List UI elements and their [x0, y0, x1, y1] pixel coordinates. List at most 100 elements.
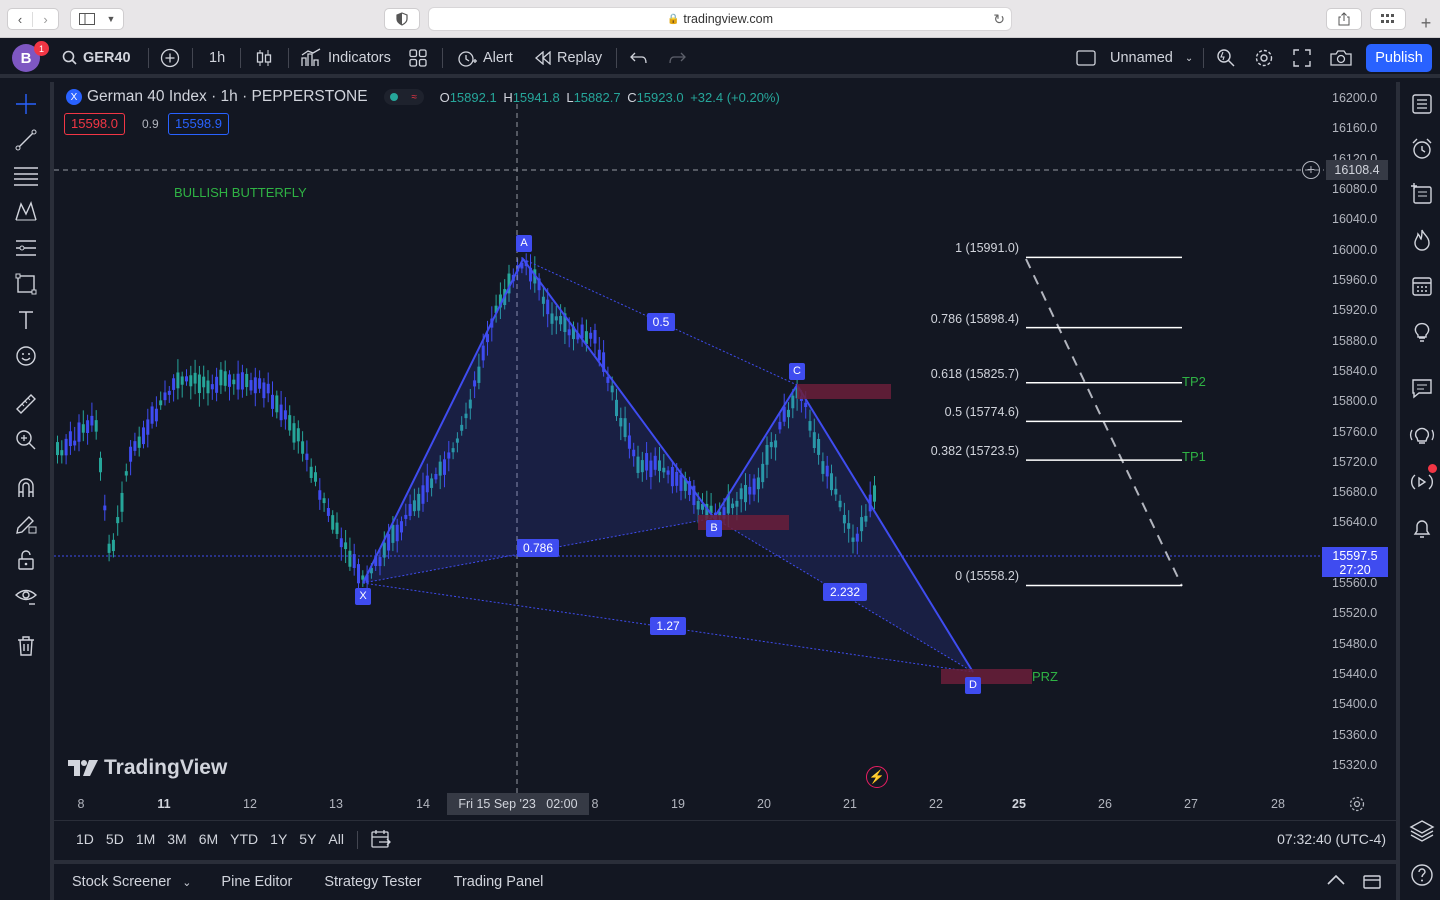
clock-timezone[interactable]: 07:32:40 (UTC-4)	[1277, 821, 1386, 857]
hotlists-button[interactable]	[1408, 226, 1436, 254]
sidebar-button[interactable]: ▼	[70, 8, 124, 30]
indicators-label: Indicators	[328, 50, 391, 66]
chart-type-button[interactable]	[255, 38, 273, 78]
symbol-name: GER40	[83, 50, 131, 66]
candle	[271, 394, 274, 409]
maximize-panel-button[interactable]	[1362, 872, 1382, 894]
range-5d-button[interactable]: 5D	[106, 831, 124, 847]
candle	[322, 498, 326, 504]
reload-icon[interactable]: ↻	[993, 11, 1005, 28]
panel-tab-trading-panel[interactable]: Trading Panel	[454, 874, 544, 890]
crosshair-tool[interactable]	[12, 90, 40, 118]
candle	[589, 332, 593, 339]
help-button[interactable]	[1408, 861, 1436, 889]
redo-button[interactable]	[668, 38, 686, 78]
settings-button[interactable]	[1254, 38, 1274, 78]
buy-price-button[interactable]: 15598.9	[168, 113, 229, 135]
panel-tab-strategy-tester[interactable]: Strategy Tester	[324, 874, 421, 890]
range-all-button[interactable]: All	[328, 831, 344, 847]
share-button[interactable]	[1326, 8, 1362, 30]
range-ytd-button[interactable]: YTD	[230, 831, 258, 847]
compare-button[interactable]	[160, 38, 180, 78]
candle	[60, 450, 64, 456]
lightning-icon[interactable]: ⚡	[866, 766, 888, 788]
fib-tool[interactable]	[12, 162, 40, 190]
undo-button[interactable]	[630, 38, 648, 78]
time-axis[interactable]: 8 11 12 13 14 8 19 20 21 22 25 26 27 28	[54, 794, 1396, 816]
candle	[180, 376, 184, 385]
alert-button[interactable]: Alert	[456, 38, 513, 78]
range-3m-button[interactable]: 3M	[167, 831, 186, 847]
point-label-c: C	[789, 363, 805, 380]
object-tree-button[interactable]	[1408, 180, 1436, 208]
address-bar[interactable]: 🔒 tradingview.com ↻	[428, 7, 1012, 31]
keep-drawing-tool[interactable]	[12, 510, 40, 538]
price-tick: 15800.0	[1332, 394, 1378, 409]
candle	[146, 419, 150, 435]
back-icon[interactable]: ‹	[8, 11, 34, 27]
layers-button[interactable]	[1408, 816, 1436, 844]
goto-date-button[interactable]	[370, 829, 392, 852]
publish-button[interactable]: Publish	[1366, 44, 1432, 72]
symbol-legend[interactable]: X German 40 Index · 1h · PEPPERSTONE ≈ O…	[66, 88, 780, 106]
ideas-button[interactable]	[1408, 318, 1436, 346]
text-tool[interactable]	[12, 306, 40, 334]
collapse-panel-button[interactable]	[1326, 872, 1346, 892]
magnet-tool[interactable]	[12, 474, 40, 502]
emoji-tool[interactable]	[12, 342, 40, 370]
calendar-icon	[1412, 277, 1432, 296]
range-1m-button[interactable]: 1M	[136, 831, 155, 847]
calendar-button[interactable]	[1408, 272, 1436, 300]
fib-level-label: 0 (15558.2)	[955, 569, 1019, 584]
layout-button[interactable]: Unnamed ⌄	[1076, 38, 1193, 78]
watchlist-button[interactable]	[1408, 90, 1436, 118]
lock-drawings-tool[interactable]	[12, 546, 40, 574]
alerts-button[interactable]	[1408, 135, 1436, 163]
measure-tool[interactable]	[12, 390, 40, 418]
time-tick: 22	[929, 797, 943, 811]
chart-pane[interactable]: X A B C D 0.786 0.5 2.232 1.27 BULLISH B…	[54, 82, 1396, 794]
trend-line-tool[interactable]	[12, 126, 40, 154]
templates-button[interactable]	[409, 38, 427, 78]
back-forward-buttons[interactable]: ‹ ›	[7, 8, 59, 30]
panel-tab-pine-editor[interactable]: Pine Editor	[221, 874, 292, 890]
zoom-tool[interactable]	[12, 426, 40, 454]
chats-button[interactable]	[1408, 374, 1436, 402]
price-axis[interactable]: 16200.0 16160.0 16120.0 16080.0 16040.0 16000…	[1324, 82, 1396, 794]
range-6m-button[interactable]: 6M	[199, 831, 218, 847]
time-tick: 14	[416, 797, 430, 811]
sell-price-button[interactable]: 15598.0	[64, 113, 125, 135]
fullscreen-button[interactable]	[1293, 38, 1311, 78]
shape-tool[interactable]	[12, 270, 40, 298]
range-1d-button[interactable]: 1D	[76, 831, 94, 847]
help-center-button[interactable]	[1408, 422, 1436, 450]
forecast-tool[interactable]	[12, 234, 40, 262]
replay-button[interactable]: Replay	[534, 38, 602, 78]
forward-icon[interactable]: ›	[33, 12, 58, 27]
indicators-button[interactable]: Indicators	[300, 38, 391, 78]
stock-screener-tab[interactable]: Stock Screener ⌄	[72, 874, 191, 890]
range-1y-button[interactable]: 1Y	[270, 831, 287, 847]
candle	[240, 372, 244, 390]
panel-tab-stock-screener[interactable]: Stock Screener	[72, 874, 171, 890]
notification-badge: 1	[34, 41, 49, 56]
range-5y-button[interactable]: 5Y	[299, 831, 316, 847]
crosshair-add-icon[interactable]: +	[1302, 161, 1320, 179]
symbol-search[interactable]: GER40	[62, 38, 131, 78]
calendar-goto-icon	[371, 830, 391, 848]
streams-button[interactable]	[1408, 464, 1437, 496]
pattern-tool[interactable]	[12, 198, 40, 226]
new-tab-button[interactable]: +	[1414, 12, 1438, 36]
chart-settings-icon[interactable]	[1348, 795, 1366, 818]
current-price-value: 15597.5	[1332, 549, 1378, 563]
interval-button[interactable]: 1h	[209, 38, 225, 78]
candle	[339, 538, 343, 548]
tab-overview-button[interactable]	[1370, 8, 1406, 30]
remove-drawings-tool[interactable]	[12, 632, 40, 660]
privacy-button[interactable]	[384, 8, 420, 30]
quick-search-button[interactable]	[1216, 38, 1236, 78]
hide-drawings-tool[interactable]	[12, 582, 40, 610]
snapshot-button[interactable]	[1330, 38, 1352, 78]
notifications-button[interactable]	[1408, 514, 1436, 542]
fib-lines-icon	[14, 167, 38, 186]
